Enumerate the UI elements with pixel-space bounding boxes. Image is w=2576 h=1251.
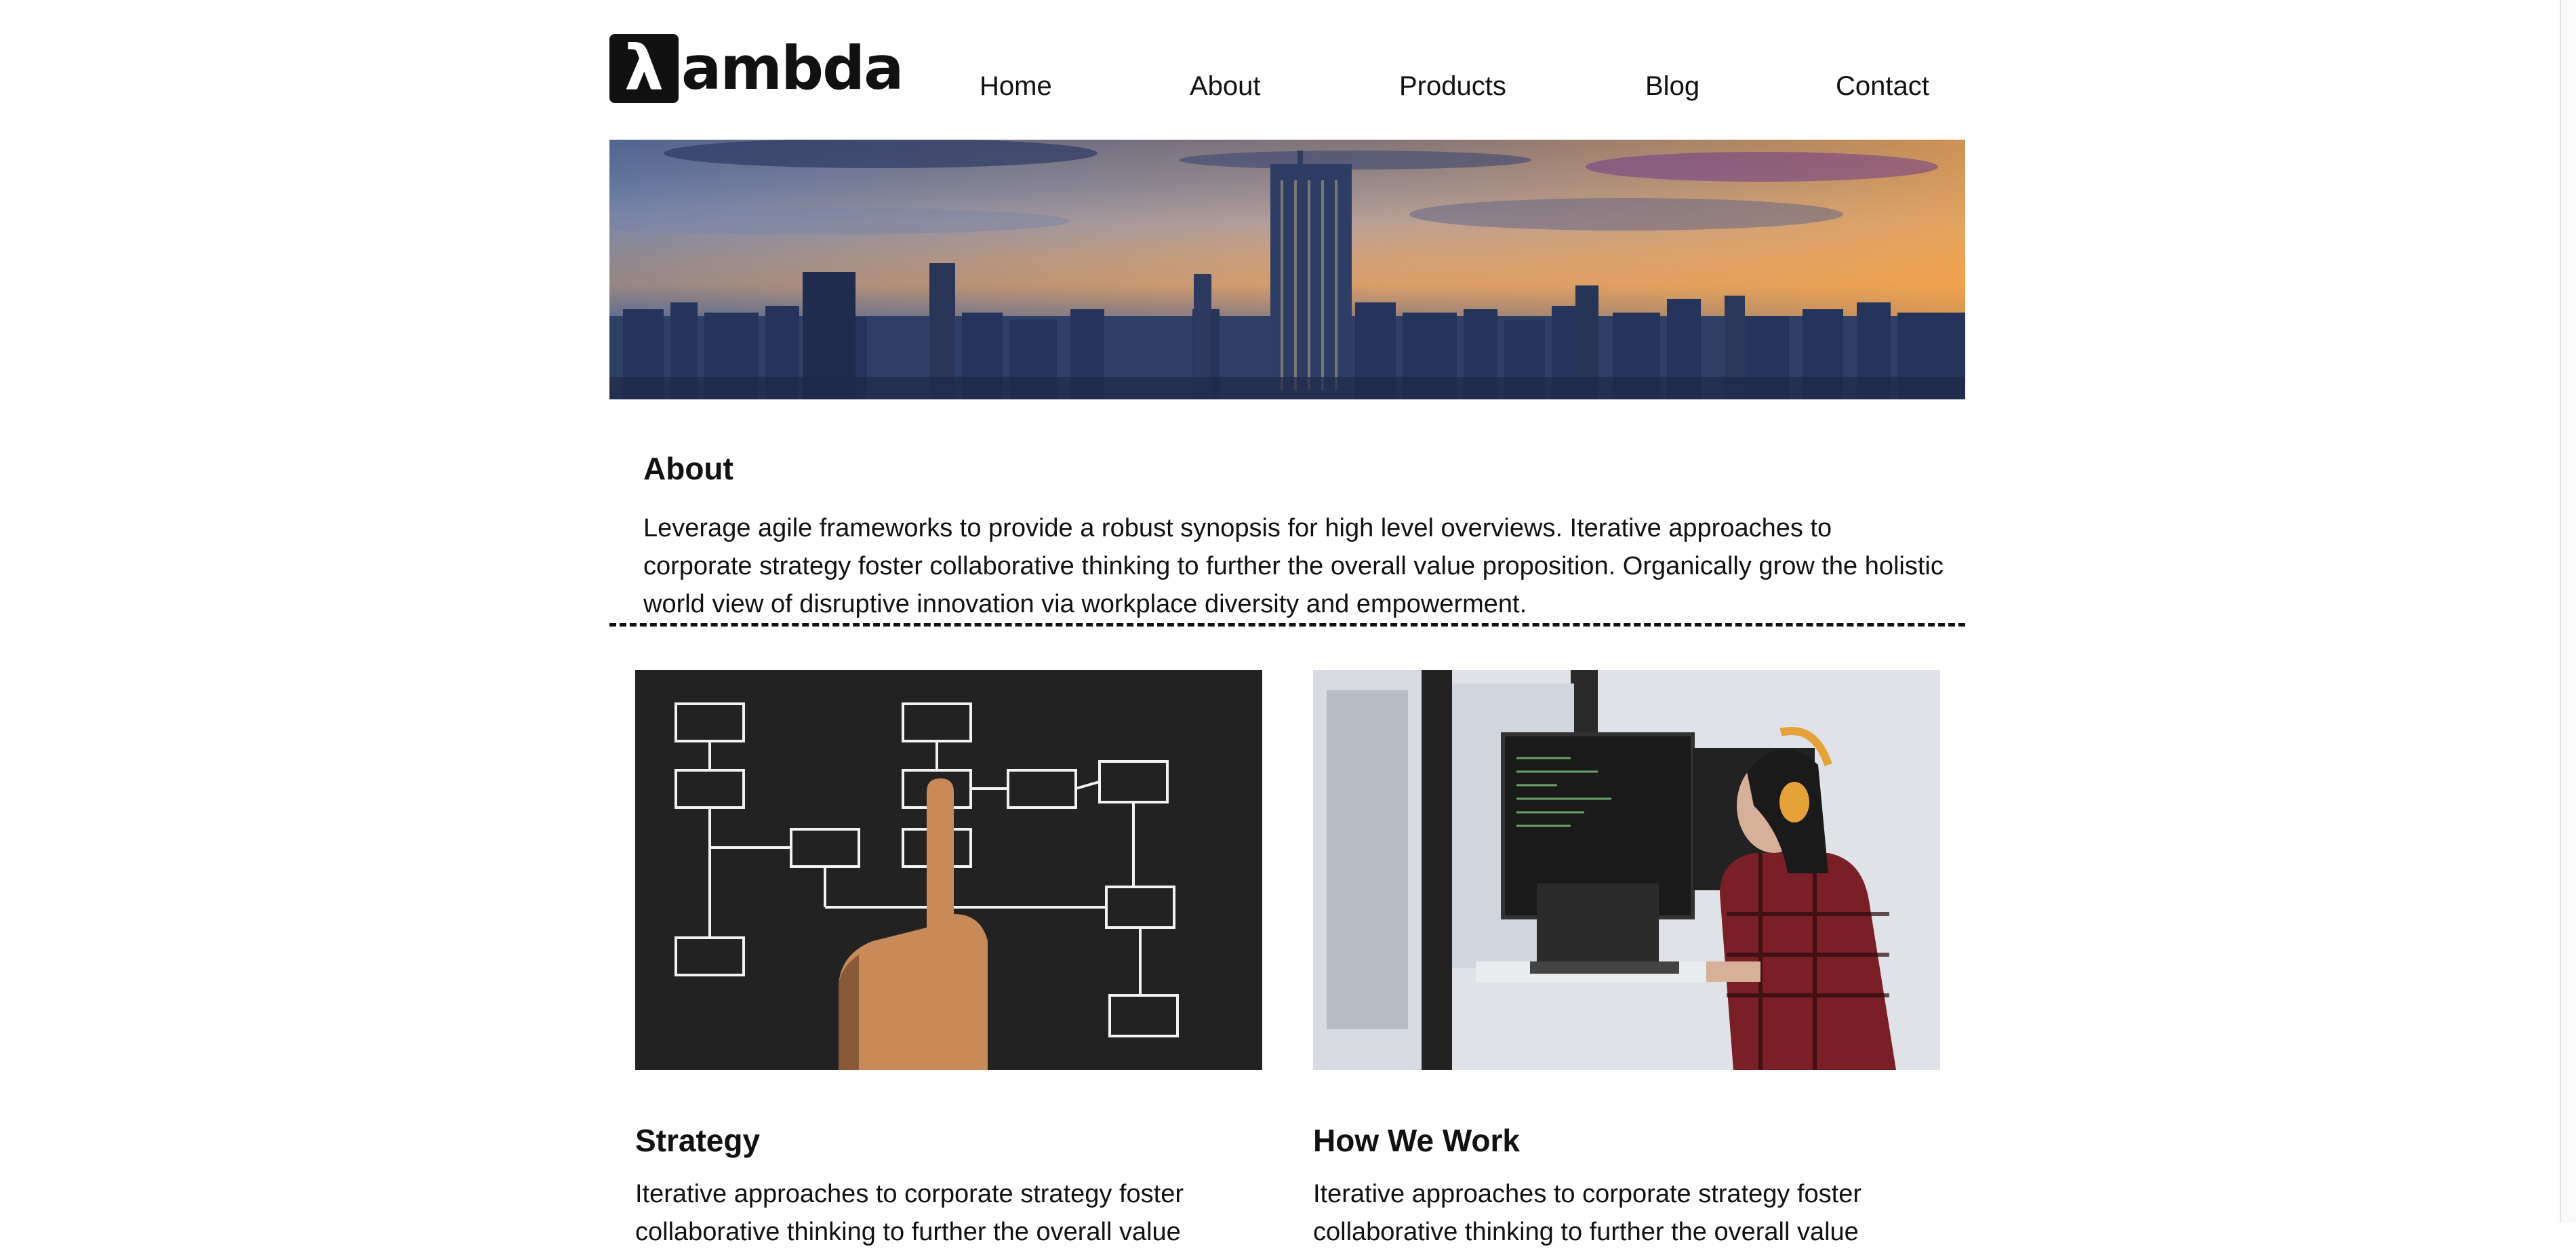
strategy-text: Iterative approaches to corporate strate…: [635, 1180, 1184, 1246]
nav-blog-link[interactable]: Blog: [1645, 71, 1699, 102]
nav-about-link[interactable]: About: [1190, 71, 1261, 102]
about-paragraph: Leverage agile frameworks to provide a r…: [643, 514, 1944, 618]
page-scrollbar[interactable]: [2560, 0, 2576, 1223]
developer-workspace-image: [1313, 670, 1940, 1070]
nav-contact-link[interactable]: Contact: [1836, 71, 1929, 102]
flowchart-illustration: [675, 702, 1179, 1070]
how-we-work-card: How We Work Iterative approaches to corp…: [1313, 670, 1940, 1246]
hero-image-city-skyline: [609, 140, 1965, 399]
workspace-illustration: [1313, 670, 1940, 1070]
how-we-work-text: Iterative approaches to corporate strate…: [1313, 1180, 1861, 1246]
how-we-work-heading: How We Work: [1313, 1123, 1520, 1158]
section-divider: [609, 623, 1965, 627]
about-heading: About: [643, 451, 733, 487]
nav-products-link[interactable]: Products: [1399, 71, 1506, 102]
strategy-heading: Strategy: [635, 1123, 761, 1158]
nav-home-link[interactable]: Home: [980, 71, 1052, 102]
skyline-illustration: [609, 140, 1965, 399]
strategy-card: Strategy Iterative approaches to corpora…: [635, 670, 1262, 1246]
strategy-flowchart-image: [635, 670, 1262, 1070]
page-container: λ ambda Home About Products Blog Contact: [609, 0, 1965, 1246]
main-nav: Home About Products Blog Contact: [609, 71, 1965, 112]
